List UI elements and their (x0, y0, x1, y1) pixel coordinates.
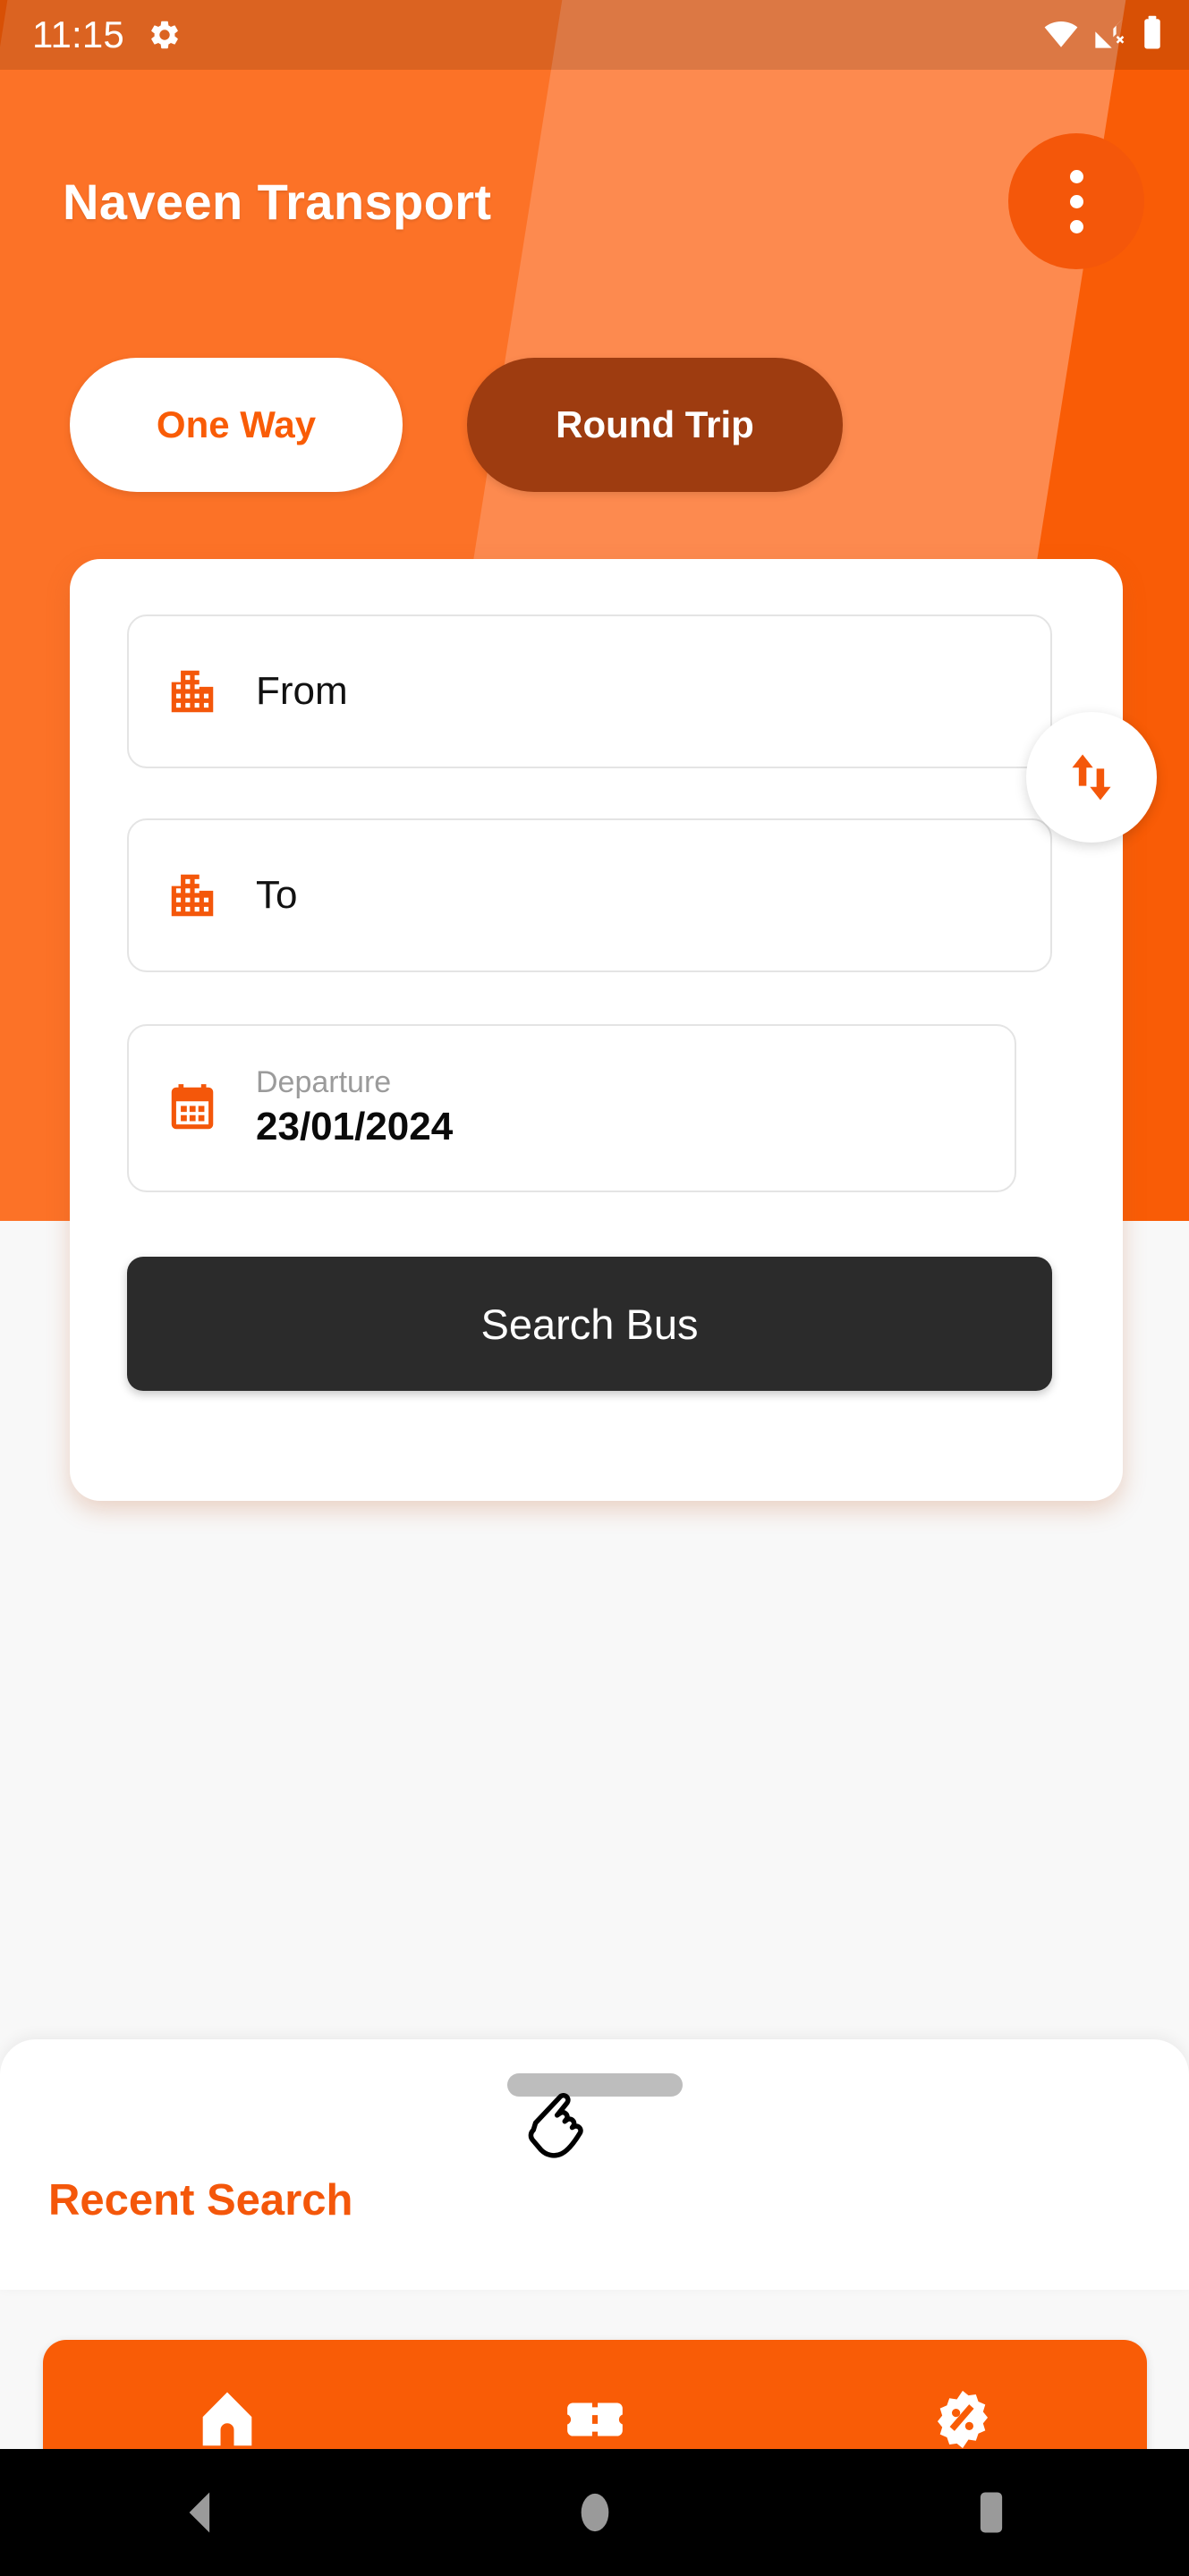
home-circle-icon[interactable] (396, 2490, 793, 2535)
status-bar-clock: 11:15 (32, 13, 124, 55)
page-title: Naveen Transport (63, 173, 492, 230)
menu-dot (1069, 219, 1083, 233)
from-field-label: From (256, 669, 348, 713)
buildings-icon (163, 662, 222, 721)
wifi-icon (1042, 14, 1080, 56)
app-bar: Naveen Transport (0, 125, 1189, 277)
battery-icon (1141, 14, 1164, 56)
to-field[interactable]: To (127, 818, 1052, 972)
menu-dot (1069, 194, 1083, 208)
from-field[interactable]: From (127, 614, 1052, 768)
three-dot-menu-icon[interactable] (1008, 133, 1144, 269)
search-bus-button[interactable]: Search Bus (127, 1257, 1052, 1391)
tab-one-way[interactable]: One Way (70, 358, 403, 492)
status-bar: 11:15 (0, 0, 1189, 70)
departure-text-group: Departure 23/01/2024 (256, 1065, 453, 1151)
hand-pointer-icon (517, 2071, 616, 2169)
trip-type-tabs: One Way Round Trip (70, 358, 843, 492)
menu-dot (1069, 169, 1083, 183)
app-root: 11:15 Naveen Transport One Way Round Tri… (0, 0, 1189, 2576)
buildings-icon (163, 866, 222, 925)
departure-label: Departure (256, 1064, 392, 1099)
swap-vertical-arrows-icon[interactable] (1026, 712, 1157, 843)
android-navigation-bar (0, 2449, 1189, 2576)
cellular-off-icon (1092, 15, 1128, 55)
back-triangle-icon[interactable] (0, 2489, 396, 2536)
gear-icon (148, 18, 182, 52)
tab-round-trip[interactable]: Round Trip (467, 358, 843, 492)
offer-percent-icon (930, 2386, 996, 2457)
ticket-icon (562, 2386, 628, 2457)
recents-square-icon[interactable] (793, 2489, 1189, 2536)
departure-date-field[interactable]: Departure 23/01/2024 (127, 1024, 1016, 1192)
to-field-label: To (256, 873, 298, 917)
status-bar-icons (1042, 14, 1164, 56)
calendar-icon (163, 1079, 222, 1138)
departure-value: 23/01/2024 (256, 1105, 454, 1149)
search-card: From To Departure 23/01/2024 Search Bus (70, 559, 1157, 1501)
recent-search-heading: Recent Search (48, 2176, 353, 2224)
home-icon (192, 2385, 262, 2459)
